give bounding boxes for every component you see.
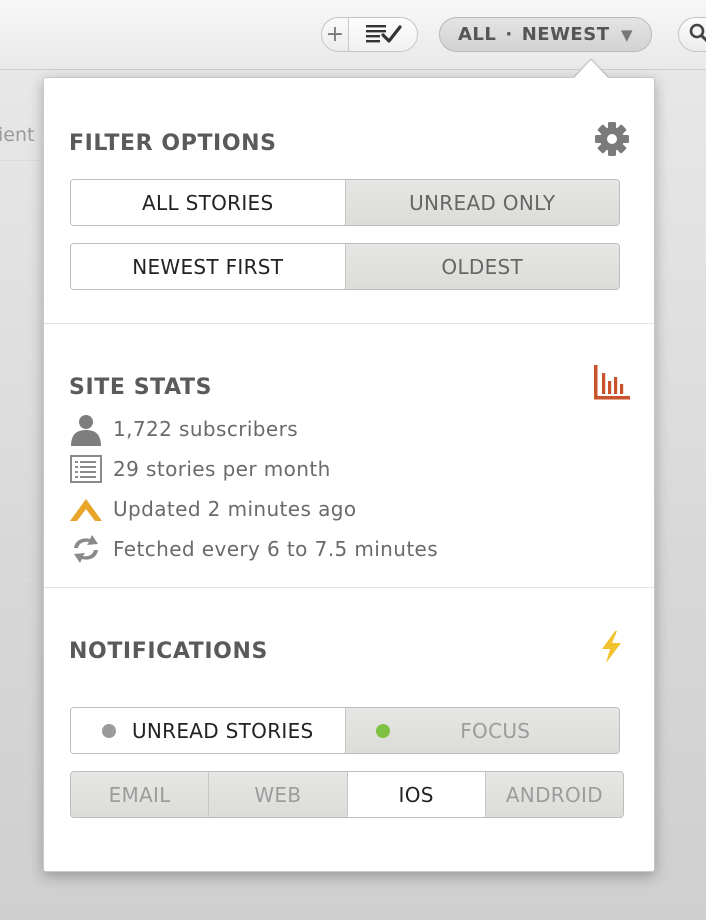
background-divider: [0, 300, 44, 301]
filter-separator: ·: [505, 24, 513, 45]
unread-stories-option[interactable]: UNREAD STORIES: [71, 708, 345, 753]
feed-options-popover: FILTER OPTIONS ALL STORIES UNREAD ONLY N…: [43, 77, 655, 872]
feed-filter-dropdown[interactable]: ALL · NEWEST ▼: [439, 17, 652, 52]
fetched-text: Fetched every 6 to 7.5 minutes: [113, 537, 439, 561]
all-stories-option[interactable]: ALL STORIES: [71, 180, 345, 225]
section-divider: [44, 323, 654, 324]
ios-channel-option[interactable]: IOS: [346, 772, 485, 817]
search-button[interactable]: [678, 17, 706, 52]
add-button[interactable]: +: [322, 18, 349, 51]
unread-only-option[interactable]: UNREAD ONLY: [344, 180, 619, 225]
unread-indicator-dot: [101, 723, 116, 738]
popover-arrow-fill: [573, 60, 609, 79]
focus-option[interactable]: FOCUS: [344, 708, 619, 753]
notification-mode-toggle: UNREAD STORIES FOCUS: [70, 707, 620, 754]
filter-options-heading: FILTER OPTIONS: [69, 131, 277, 156]
lightning-icon: [597, 630, 625, 668]
background-divider: [0, 160, 44, 161]
email-channel-option[interactable]: EMAIL: [71, 772, 209, 817]
fetched-stat: Fetched every 6 to 7.5 minutes: [69, 532, 438, 566]
subscribers-text: 1,722 subscribers: [113, 417, 299, 441]
caret-down-icon: ▼: [620, 25, 633, 44]
section-divider: [44, 587, 654, 588]
web-channel-option[interactable]: WEB: [208, 772, 347, 817]
unread-stories-label: UNREAD STORIES: [131, 718, 314, 743]
mark-all-read-button[interactable]: [349, 18, 417, 51]
focus-indicator-dot: [375, 724, 390, 738]
list-icon: [69, 452, 103, 486]
background-partial-text: ient: [0, 124, 35, 146]
read-filter-toggle: ALL STORIES UNREAD ONLY: [70, 179, 620, 226]
focus-label: FOCUS: [460, 718, 531, 743]
order-filter-toggle: NEWEST FIRST OLDEST: [70, 243, 620, 290]
search-icon: [688, 22, 706, 48]
newest-first-option[interactable]: NEWEST FIRST: [71, 244, 345, 289]
refresh-icon: [69, 532, 103, 566]
stories-text: 29 stories per month: [113, 457, 331, 481]
updated-chevron-icon: [69, 492, 103, 526]
oldest-option[interactable]: OLDEST: [344, 244, 619, 289]
site-stats-heading: SITE STATS: [69, 375, 213, 400]
updated-stat: Updated 2 minutes ago: [69, 492, 356, 526]
background-divider: [0, 580, 44, 581]
chart-icon[interactable]: [592, 363, 632, 407]
notifications-heading: NOTIFICATIONS: [69, 639, 268, 664]
checklist-icon: [364, 22, 402, 48]
gear-icon[interactable]: [593, 120, 631, 162]
updated-text: Updated 2 minutes ago: [113, 497, 357, 521]
background-divider: [0, 440, 44, 441]
android-channel-option[interactable]: ANDROID: [484, 772, 623, 817]
subscribers-stat: 1,722 subscribers: [69, 412, 298, 446]
filter-all-label: ALL: [458, 24, 497, 45]
filter-newest-label: NEWEST: [521, 24, 610, 45]
user-icon: [69, 412, 103, 446]
stories-stat: 29 stories per month: [69, 452, 331, 486]
notification-channel-toggle: EMAIL WEB IOS ANDROID: [70, 771, 624, 818]
add-mark-read-control: +: [321, 17, 418, 52]
